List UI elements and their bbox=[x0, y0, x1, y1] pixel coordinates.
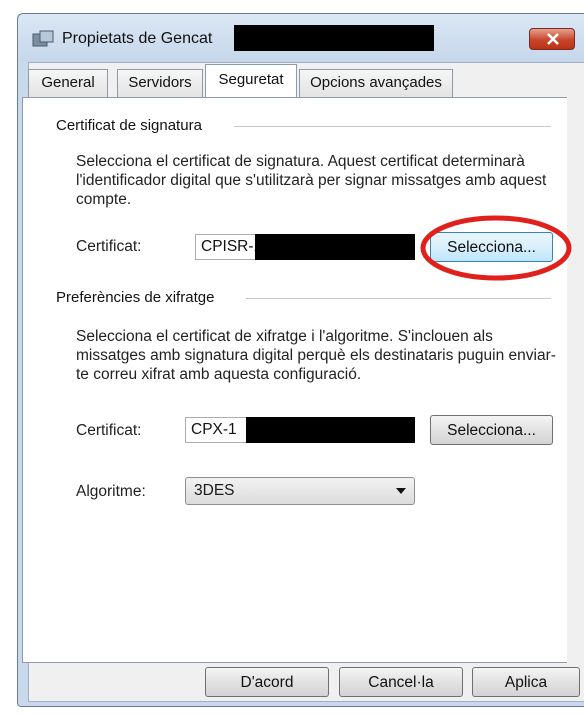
algorithm-select[interactable]: 3DES bbox=[185, 477, 415, 505]
encryption-description: Selecciona el certificat de xifratge i l… bbox=[76, 328, 556, 383]
signature-section-title: Certificat de signatura bbox=[56, 117, 210, 134]
algorithm-label: Algoritme: bbox=[76, 483, 146, 500]
encryption-cert-label: Certificat: bbox=[76, 422, 142, 439]
section-divider bbox=[234, 126, 551, 127]
section-divider bbox=[246, 298, 551, 299]
close-icon bbox=[547, 33, 559, 45]
ok-button[interactable]: D'acord bbox=[205, 667, 329, 697]
close-button[interactable] bbox=[529, 28, 575, 50]
chevron-down-icon bbox=[396, 488, 406, 494]
apply-button[interactable]: Aplica bbox=[472, 667, 580, 697]
cancel-button[interactable]: Cancel·la bbox=[339, 667, 463, 697]
title-bar[interactable]: Propietats de Gencat bbox=[18, 14, 584, 62]
signature-cert-value: CPISR-1 bbox=[201, 238, 263, 255]
tab-seguretat[interactable]: Seguretat bbox=[205, 64, 297, 97]
signature-description: Selecciona el certificat de signatura. A… bbox=[76, 153, 547, 208]
tab-servidors[interactable]: Servidors bbox=[117, 69, 203, 97]
encryption-section-title: Preferències de xifratge bbox=[56, 289, 223, 306]
signature-cert-label: Certificat: bbox=[76, 238, 142, 255]
tab-general[interactable]: General bbox=[28, 69, 108, 97]
encryption-select-button[interactable]: Selecciona... bbox=[430, 415, 553, 445]
highlight-circle bbox=[420, 215, 572, 281]
account-icon bbox=[32, 30, 54, 48]
redacted-block bbox=[234, 25, 434, 51]
window-title: Propietats de Gencat bbox=[62, 30, 213, 47]
encryption-cert-value: CPX-1 bbox=[191, 421, 237, 438]
redacted-block bbox=[255, 234, 415, 260]
redacted-block bbox=[246, 417, 415, 443]
algorithm-value: 3DES bbox=[194, 482, 235, 499]
tab-opcions-avancades[interactable]: Opcions avançades bbox=[299, 69, 453, 97]
